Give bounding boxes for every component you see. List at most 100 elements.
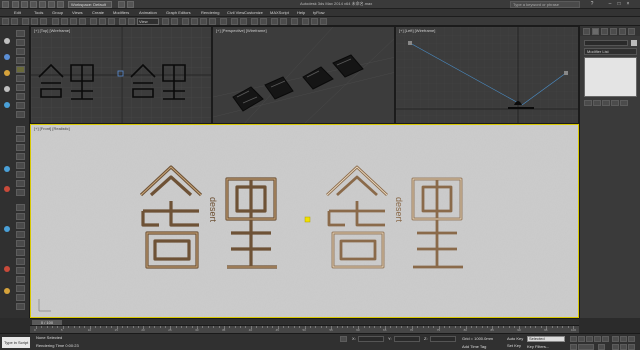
tool-icon[interactable] <box>16 189 25 196</box>
quick-access-icon[interactable] <box>127 1 134 8</box>
create-tab-icon[interactable] <box>583 28 590 35</box>
menu-animation[interactable]: Animation <box>139 10 157 16</box>
tool-icon[interactable] <box>16 162 25 169</box>
redo-icon[interactable] <box>11 18 18 25</box>
tool-icon[interactable] <box>16 111 25 118</box>
maximize-icon[interactable]: □ <box>615 1 623 8</box>
menu-modifiers[interactable]: Modifiers <box>113 10 129 16</box>
tool-icon[interactable] <box>16 153 25 160</box>
orbit-icon[interactable] <box>628 344 635 350</box>
select-move-icon[interactable] <box>90 18 97 25</box>
workspace-dropdown[interactable]: Workspace: Default <box>68 1 112 8</box>
redo-icon[interactable] <box>48 1 55 8</box>
menu-edit[interactable]: Edit <box>14 10 21 16</box>
maximize-viewport-icon[interactable] <box>628 336 635 342</box>
rendered-frame-icon[interactable] <box>311 18 318 25</box>
spinner-snap-icon[interactable] <box>209 18 216 25</box>
sphere-icon[interactable] <box>4 86 10 92</box>
quick-access-icon[interactable] <box>118 1 125 8</box>
tool-icon[interactable] <box>16 240 25 247</box>
object-name-field[interactable] <box>584 40 628 46</box>
menu-help[interactable]: Help <box>297 10 305 16</box>
render-setup-icon[interactable] <box>302 18 309 25</box>
pin-stack-icon[interactable] <box>584 100 592 106</box>
sphere-icon[interactable] <box>4 288 10 294</box>
tool-icon[interactable] <box>16 102 25 109</box>
sphere-icon[interactable] <box>4 54 10 60</box>
snaps-toggle-icon[interactable] <box>182 18 189 25</box>
sphere-icon[interactable] <box>4 186 10 192</box>
sphere-icon[interactable] <box>4 266 10 272</box>
zoom-icon[interactable] <box>612 344 619 350</box>
menu-tyflow[interactable]: tyFlow <box>313 10 325 16</box>
maxscript-listener[interactable]: Type in Script <box>2 337 30 348</box>
menu-civil-view[interactable]: Civil View <box>227 10 244 16</box>
modifier-list-dropdown[interactable]: Modifier List <box>584 48 637 55</box>
curve-editor-icon[interactable] <box>271 18 278 25</box>
menu-rendering[interactable]: Rendering <box>201 10 219 16</box>
tool-icon[interactable] <box>16 258 25 265</box>
previous-frame-icon[interactable] <box>578 336 585 342</box>
menu-tools[interactable]: Tools <box>34 10 43 16</box>
window-crossing-icon[interactable] <box>79 18 86 25</box>
tool-icon[interactable] <box>16 303 25 310</box>
viewport-left[interactable]: [+] [Left] [Wireframe] <box>395 26 579 124</box>
tool-icon[interactable] <box>16 249 25 256</box>
tool-icon[interactable] <box>16 285 25 292</box>
motion-tab-icon[interactable] <box>610 28 617 35</box>
help-icon[interactable]: ? <box>588 1 596 8</box>
tool-icon[interactable] <box>16 126 25 133</box>
open-file-icon[interactable] <box>21 1 28 8</box>
viewport-label[interactable]: [+] [Top] [Wireframe] <box>34 28 70 33</box>
keyboard-shortcut-icon[interactable] <box>171 18 178 25</box>
minimize-icon[interactable]: – <box>606 1 614 8</box>
lock-selection-icon[interactable] <box>340 336 347 342</box>
go-to-end-icon[interactable] <box>602 336 609 342</box>
display-tab-icon[interactable] <box>619 28 626 35</box>
tool-icon[interactable] <box>16 57 25 64</box>
search-input[interactable]: Type a keyword or phrase <box>510 1 580 8</box>
tool-icon[interactable] <box>16 93 25 100</box>
utilities-tab-icon[interactable] <box>628 28 635 35</box>
object-color-swatch[interactable] <box>631 40 637 46</box>
auto-key-button[interactable]: Auto Key <box>507 336 523 342</box>
pan-icon[interactable] <box>620 344 627 350</box>
menu-maxscript[interactable]: MAXScript <box>270 10 289 16</box>
tool-icon[interactable] <box>16 171 25 178</box>
next-frame-icon[interactable] <box>594 336 601 342</box>
track-bar[interactable]: 0 5 10 15 20 25 30 35 40 45 50 55 60 65 70 75 80 85 90 95 10… <box>30 325 579 333</box>
angle-snap-icon[interactable] <box>191 18 198 25</box>
time-config-icon[interactable] <box>598 344 605 350</box>
undo-icon[interactable] <box>2 18 9 25</box>
render-production-icon[interactable] <box>320 18 327 25</box>
sphere-icon[interactable] <box>4 38 10 44</box>
viewport-label[interactable]: [+] [Left] [Wireframe] <box>399 28 435 33</box>
configure-modifier-sets-icon[interactable] <box>620 100 628 106</box>
menu-views[interactable]: Views <box>72 10 83 16</box>
z-coordinate-field[interactable] <box>430 336 456 342</box>
close-icon[interactable]: × <box>624 1 632 8</box>
tool-icon[interactable] <box>16 180 25 187</box>
tool-icon[interactable] <box>16 144 25 151</box>
unlink-icon[interactable] <box>31 18 38 25</box>
key-mode-icon[interactable] <box>570 344 577 350</box>
viewport-top[interactable]: [+] [Top] [Wireframe] <box>30 26 212 124</box>
add-time-tag[interactable]: Add Time Tag <box>462 344 486 350</box>
sphere-icon[interactable] <box>4 102 10 108</box>
viewport-front[interactable]: [+] [Front] [Realistic] desert desert <box>30 124 579 318</box>
time-slider[interactable]: 0 / 100 <box>30 318 579 325</box>
sphere-icon[interactable] <box>4 166 10 172</box>
pivot-gizmo[interactable] <box>304 216 311 223</box>
pivot-center-icon[interactable] <box>128 18 135 25</box>
tool-icon[interactable] <box>16 294 25 301</box>
current-frame-field[interactable] <box>578 344 594 350</box>
tool-icon[interactable] <box>16 213 25 220</box>
align-icon[interactable] <box>240 18 247 25</box>
link-icon[interactable] <box>22 18 29 25</box>
tool-icon[interactable] <box>16 75 25 82</box>
select-object-icon[interactable] <box>52 18 59 25</box>
sphere-icon[interactable] <box>4 226 10 232</box>
new-file-icon[interactable] <box>12 1 19 8</box>
select-by-name-icon[interactable] <box>61 18 68 25</box>
x-coordinate-field[interactable] <box>358 336 384 342</box>
